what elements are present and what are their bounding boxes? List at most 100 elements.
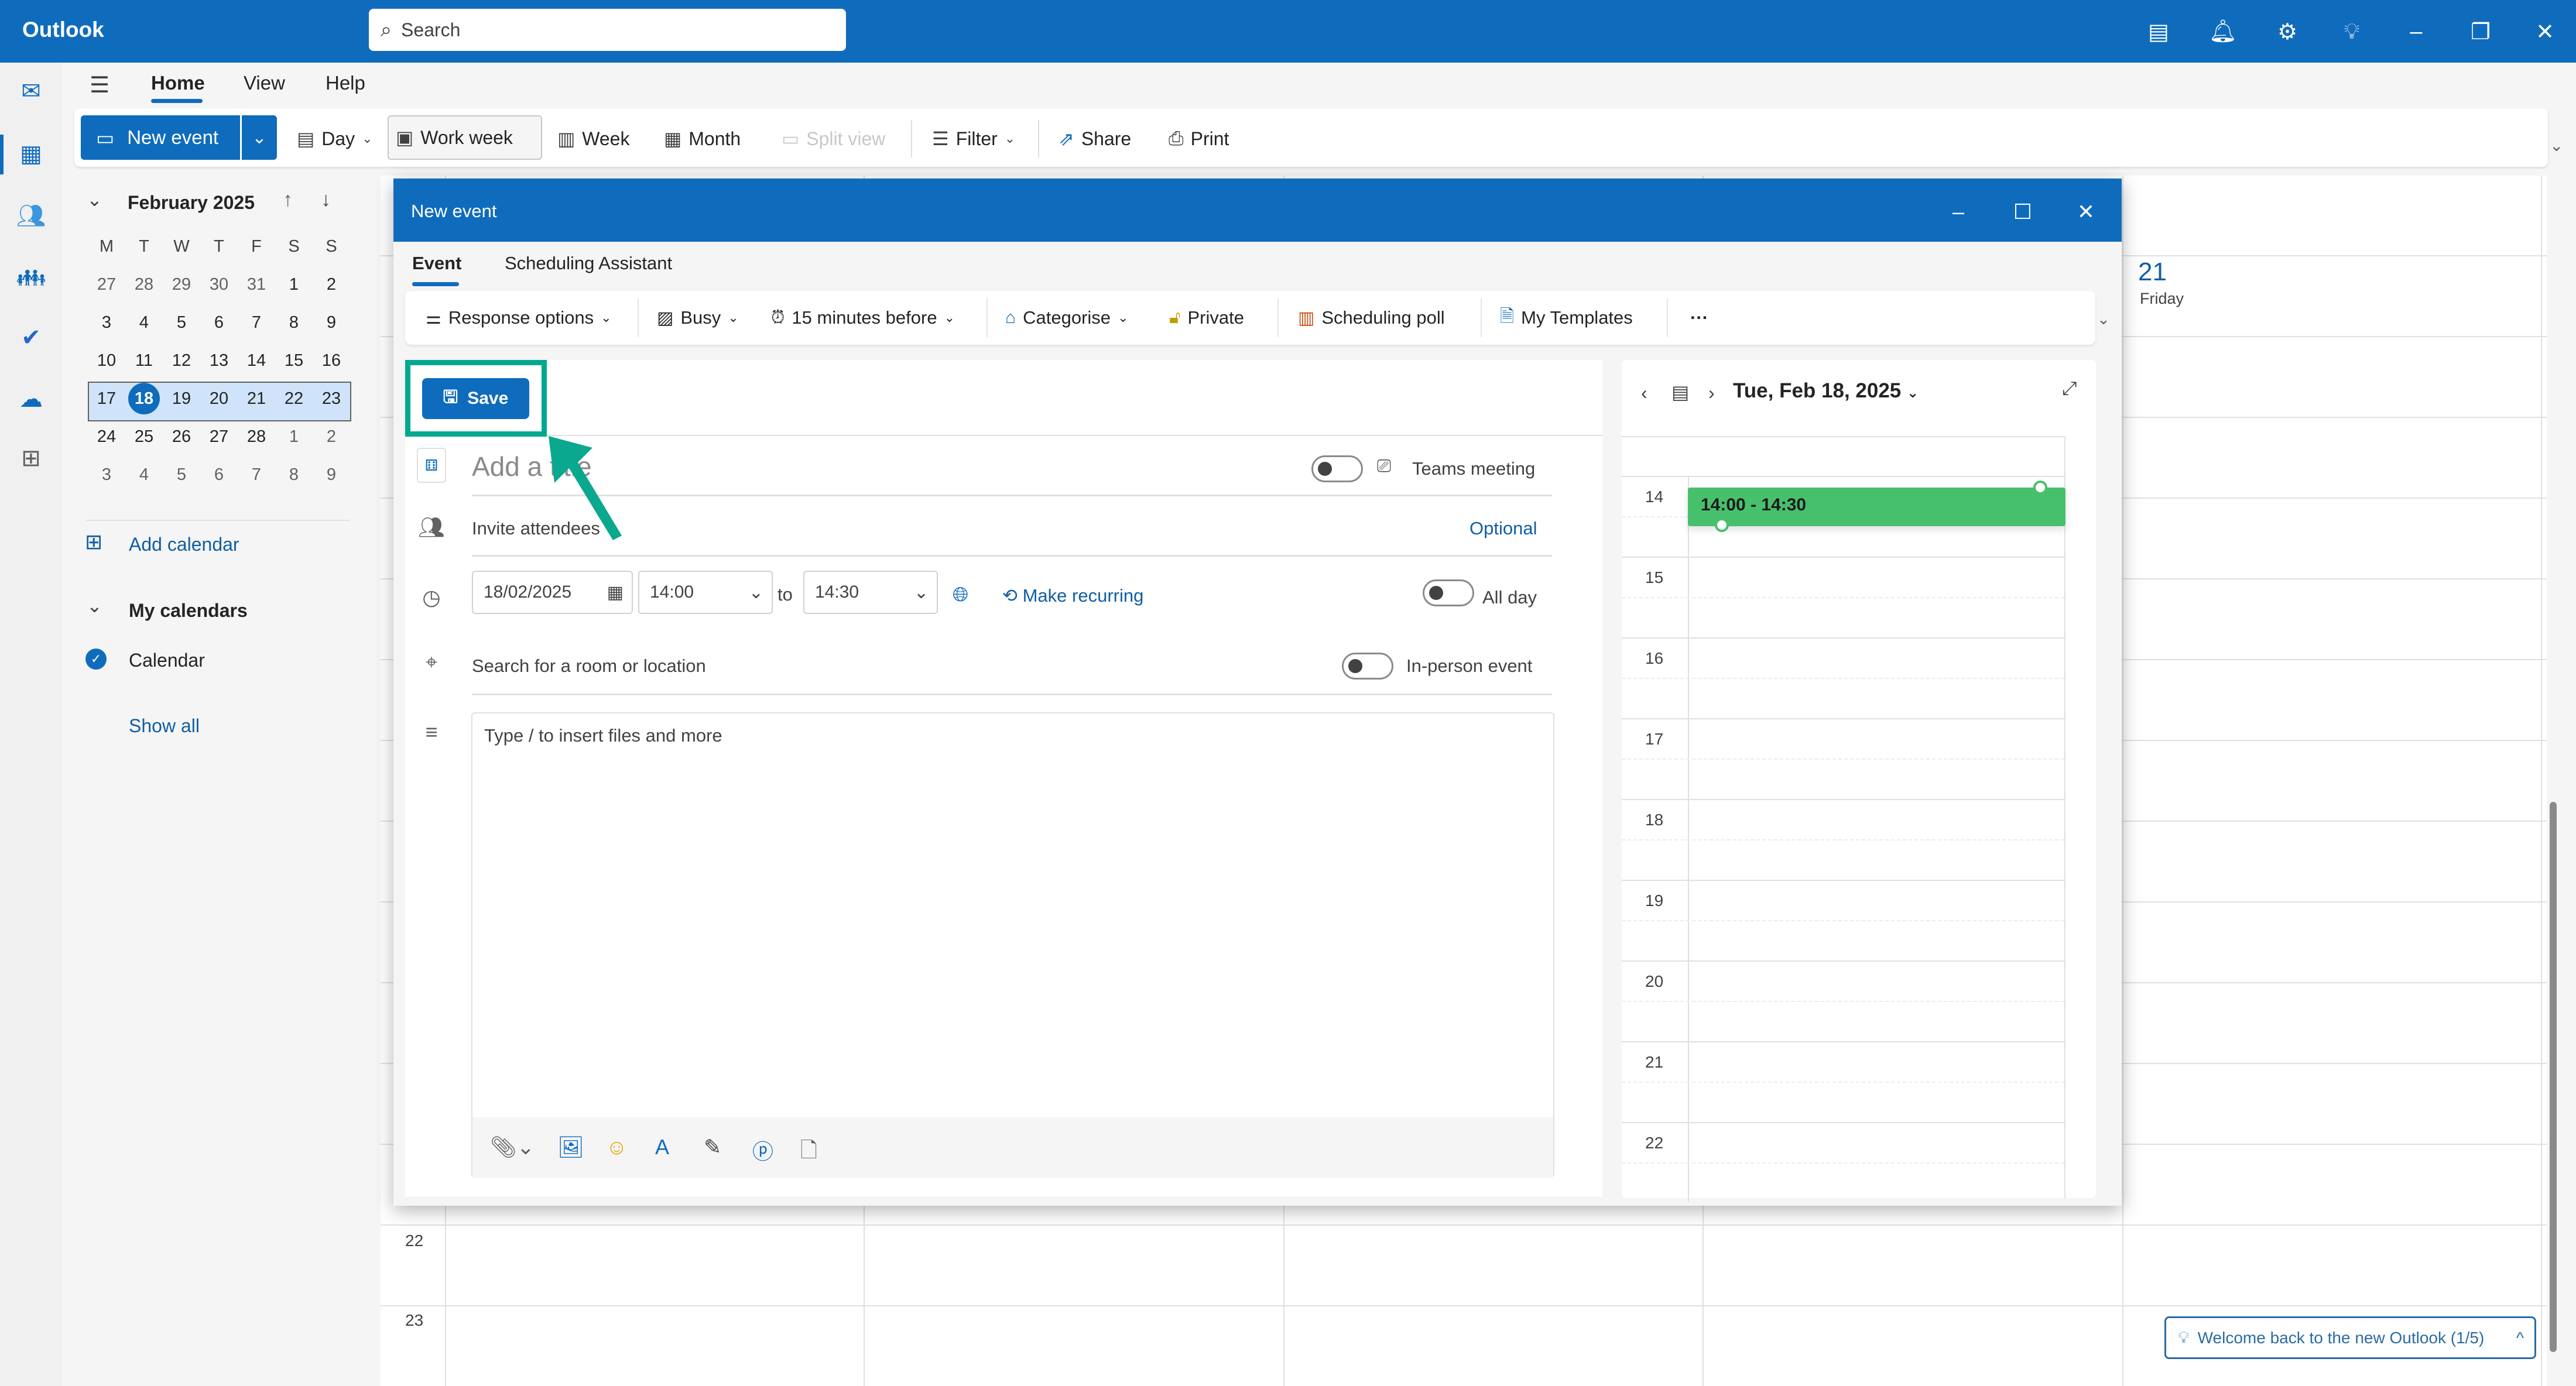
new-event-button[interactable]: ▭ New event xyxy=(81,115,240,160)
reminder-dropdown[interactable]: ⏰︎ 15 minutes before ⌄ xyxy=(771,301,955,334)
mini-calendar-day[interactable]: 9 xyxy=(313,457,350,493)
hamburger-icon[interactable]: ☰ xyxy=(90,72,109,98)
scrollbar-thumb[interactable] xyxy=(2550,802,2557,1352)
mini-calendar-day[interactable]: 8 xyxy=(275,457,313,493)
mini-calendar-day[interactable]: 13 xyxy=(200,342,238,379)
tab-help[interactable]: Help xyxy=(326,72,365,94)
minimize-icon[interactable]: – xyxy=(1943,196,1974,228)
all-day-toggle[interactable] xyxy=(1423,579,1474,606)
search-input[interactable]: ⌕ Search xyxy=(369,9,846,51)
calendar-icon[interactable]: ▦ xyxy=(13,136,49,172)
format-eraser-icon[interactable]: A xyxy=(655,1135,669,1159)
mini-calendar-day[interactable]: 25 xyxy=(125,418,163,455)
mini-calendar-day[interactable]: 7 xyxy=(238,457,275,493)
my-calendars-header[interactable]: My calendars xyxy=(129,600,248,622)
mini-calendar-day[interactable]: 19 xyxy=(163,380,200,417)
expand-icon[interactable]: ⤢ xyxy=(2062,378,2077,400)
mini-calendar-day[interactable]: 3 xyxy=(88,457,125,493)
mini-calendar-day[interactable]: 27 xyxy=(200,418,238,455)
show-all-link[interactable]: Show all xyxy=(129,715,200,737)
chevron-up-icon[interactable]: ^ xyxy=(2516,1329,2524,1347)
tab-scheduling-assistant[interactable]: Scheduling Assistant xyxy=(505,253,672,274)
close-icon[interactable]: ✕ xyxy=(2070,196,2102,228)
private-button[interactable]: 🔓︎ Private xyxy=(1169,301,1244,334)
resize-handle-top[interactable] xyxy=(2033,481,2047,495)
day-view-button[interactable]: ▤ Day ⌄ xyxy=(290,120,380,157)
day-number[interactable]: 21 xyxy=(2138,258,2167,287)
mini-calendar-day[interactable]: 26 xyxy=(163,418,200,455)
more-options-button[interactable]: ··· xyxy=(1690,301,1708,334)
mail-icon[interactable]: ✉ xyxy=(13,73,49,109)
minimize-icon[interactable]: – xyxy=(2399,14,2434,49)
mini-calendar-day[interactable]: 4 xyxy=(125,457,163,493)
mini-calendar-day[interactable]: 21 xyxy=(238,380,275,417)
filter-button[interactable]: ☰ Filter ⌄ xyxy=(925,120,1022,157)
event-body-editor[interactable]: Type / to insert files and more 📎︎⌄ 🖼︎ ☺… xyxy=(471,712,1554,1178)
location-input[interactable]: Search for a room or location xyxy=(472,656,706,677)
mini-calendar-day[interactable]: 4 xyxy=(125,304,163,341)
invite-attendees-input[interactable]: Invite attendees xyxy=(472,518,600,539)
timezone-globe-icon[interactable]: 🌐︎ xyxy=(953,584,968,606)
mini-calendar-day[interactable]: 10 xyxy=(88,342,125,379)
calendar-checkbox-icon[interactable]: ✓ xyxy=(85,649,107,670)
insert-file-icon[interactable]: 🗋︎ xyxy=(800,1135,817,1171)
lightbulb-icon[interactable]: 💡︎ xyxy=(2334,14,2369,49)
mini-calendar-day[interactable]: 29 xyxy=(163,266,200,303)
mini-calendar-day[interactable]: 8 xyxy=(275,304,313,341)
mini-calendar-day[interactable]: 28 xyxy=(238,418,275,455)
apps-icon[interactable]: ⊞ xyxy=(13,440,49,476)
in-person-event-toggle[interactable] xyxy=(1342,653,1393,680)
add-calendar-link[interactable]: Add calendar xyxy=(129,534,239,555)
my-templates-button[interactable]: 🗎︎ My Templates xyxy=(1500,301,1633,334)
resize-handle-bottom[interactable] xyxy=(1715,518,1729,532)
mini-calendar-day[interactable]: 6 xyxy=(200,457,238,493)
mini-calendar-day[interactable]: 23 xyxy=(313,380,350,417)
mini-calendar-day[interactable]: 5 xyxy=(163,304,200,341)
mini-calendar-day[interactable]: 20 xyxy=(200,380,238,417)
mini-calendar-day[interactable]: 18 xyxy=(125,380,163,417)
previous-day-icon[interactable]: ‹ xyxy=(1641,382,1647,404)
onedrive-icon[interactable]: ☁ xyxy=(13,381,49,417)
loop-icon[interactable]: ⓟ xyxy=(752,1135,773,1165)
groups-icon[interactable]: 👪︎ xyxy=(13,259,49,296)
optional-attendees-link[interactable]: Optional xyxy=(1469,518,1537,539)
mini-calendar-day[interactable]: 12 xyxy=(163,342,200,379)
start-time-dropdown[interactable]: 14:00 ⌄ xyxy=(638,571,773,614)
day-pane-date[interactable]: Tue, Feb 18, 2025 ⌄ xyxy=(1733,379,1919,403)
todo-icon[interactable]: ✔ xyxy=(13,320,49,356)
collapse-month-icon[interactable]: ⌄ xyxy=(87,188,102,211)
calendar-item[interactable]: Calendar xyxy=(129,650,205,671)
mini-calendar-day[interactable]: 1 xyxy=(275,418,313,455)
next-month-arrow-icon[interactable]: ↓ xyxy=(321,188,331,211)
work-week-view-button[interactable]: ▣ Work week xyxy=(388,115,542,160)
week-view-button[interactable]: ▥ Week xyxy=(550,120,636,157)
mini-calendar-day[interactable]: 17 xyxy=(88,380,125,417)
mini-calendar-day[interactable]: 1 xyxy=(275,266,313,303)
title-icon[interactable]: ⚅ xyxy=(417,448,446,483)
mini-calendar-day[interactable]: 31 xyxy=(238,266,275,303)
go-to-today-icon[interactable]: ▤ xyxy=(1671,381,1689,403)
image-icon[interactable]: 🖼︎ xyxy=(557,1135,584,1159)
toolbar-expand-icon[interactable]: ⌄ xyxy=(2097,310,2110,328)
date-picker[interactable]: 18/02/2025 ▦ xyxy=(472,571,633,614)
mini-calendar-day[interactable]: 9 xyxy=(313,304,350,341)
people-icon[interactable]: 👥︎ xyxy=(13,197,49,234)
make-recurring-button[interactable]: ⟲ Make recurring xyxy=(1002,585,1143,606)
bell-icon[interactable]: 🔔︎ xyxy=(2205,14,2241,49)
my-day-icon[interactable]: ▤ xyxy=(2141,14,2176,49)
tab-event[interactable]: Event xyxy=(412,253,461,274)
mini-calendar-day[interactable]: 2 xyxy=(313,266,350,303)
teams-meeting-toggle[interactable] xyxy=(1311,455,1363,482)
gear-icon[interactable]: ⚙ xyxy=(2270,14,2305,49)
mini-calendar-day[interactable]: 27 xyxy=(88,266,125,303)
mini-calendar-day[interactable]: 22 xyxy=(275,380,313,417)
attach-icon[interactable]: 📎︎⌄ xyxy=(490,1135,535,1159)
categorise-dropdown[interactable]: ⌂ Categorise ⌄ xyxy=(1005,301,1128,334)
tab-view[interactable]: View xyxy=(244,72,285,94)
scheduling-poll-button[interactable]: ▥ Scheduling poll xyxy=(1298,301,1445,334)
busy-status-dropdown[interactable]: ▨ Busy ⌄ xyxy=(657,301,739,334)
maximize-icon[interactable]: ☐ xyxy=(2007,196,2039,228)
response-options-button[interactable]: ⚌ Response options ⌄ xyxy=(426,301,612,334)
month-view-button[interactable]: ▦ Month xyxy=(657,120,748,157)
ribbon-expand-icon[interactable]: ⌄ xyxy=(2550,136,2563,155)
